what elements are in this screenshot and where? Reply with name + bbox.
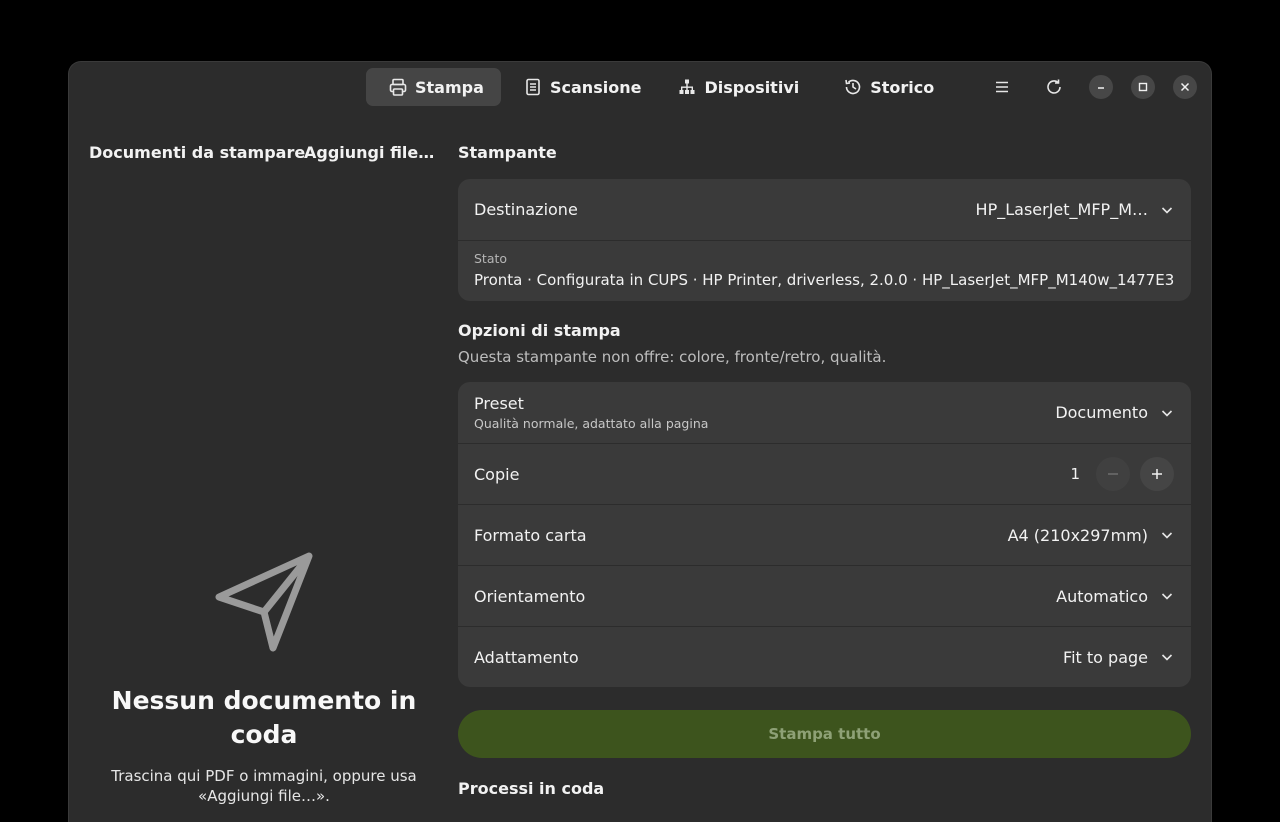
paper-size-value: A4 (210x297mm) (1007, 525, 1148, 545)
chevron-down-icon (1161, 532, 1173, 539)
view-switcher: Stampa Scansione Dispositivi Storico (366, 68, 948, 106)
empty-state-title: Nessun documento in coda (111, 686, 417, 749)
plus-icon (1152, 469, 1162, 479)
documents-pane: Documenti da stampare Aggiungi file… Nes… (69, 122, 439, 822)
minimize-button[interactable] (1089, 75, 1113, 99)
close-icon (1180, 82, 1190, 92)
preset-row[interactable]: Preset Qualità normale, adattato alla pa… (458, 382, 1191, 443)
maximize-button[interactable] (1131, 75, 1155, 99)
history-icon (845, 79, 861, 95)
decrement-button[interactable] (1096, 457, 1130, 491)
destination-value: HP_LaserJet_MFP_M… (975, 200, 1148, 219)
destination-label: Destinazione (474, 200, 578, 219)
copies-label: Copie (474, 464, 520, 484)
minus-icon (1108, 473, 1118, 475)
status-label: Stato (474, 251, 508, 266)
preset-label: Preset (474, 394, 524, 413)
chevron-down-icon (1161, 409, 1173, 417)
paper-size-label: Formato carta (474, 525, 587, 545)
close-button[interactable] (1173, 75, 1197, 99)
orientation-value: Automatico (1056, 586, 1148, 606)
hamburger-menu-icon (996, 81, 1008, 93)
increment-button[interactable] (1140, 457, 1174, 491)
tab-scansione-label: Scansione (550, 77, 642, 97)
minimize-icon (1098, 87, 1104, 89)
maximize-icon (1138, 82, 1148, 92)
options-section-title: Opzioni di stampa (458, 321, 621, 340)
send-icon (215, 552, 313, 652)
queue-section-title: Processi in coda (458, 779, 605, 798)
fit-value: Fit to page (1063, 647, 1148, 667)
add-files-button[interactable]: Aggiungi file… (304, 143, 434, 162)
status-row: Stato Pronta · Configurata in CUPS · HP … (458, 240, 1191, 301)
printer-card: Destinazione HP_LaserJet_MFP_M… Stato Pr… (458, 179, 1191, 301)
preset-value: Documento (1055, 403, 1148, 422)
printer-icon (389, 78, 407, 96)
header-actions (985, 74, 1197, 100)
copies-value: 1 (1070, 465, 1080, 483)
print-all-button[interactable]: Stampa tutto (458, 710, 1191, 758)
menu-button[interactable] (985, 74, 1019, 100)
printer-section-title: Stampante (458, 143, 557, 162)
refresh-icon (1047, 79, 1061, 94)
orientation-label: Orientamento (474, 586, 586, 606)
devices-icon (679, 79, 695, 94)
tab-storico-label: Storico (870, 77, 935, 97)
options-subtitle: Questa stampante non offre: colore, fron… (458, 348, 887, 366)
empty-state-description: Trascina qui PDF o immagini, oppure usa … (111, 767, 417, 805)
tab-stampa-label: Stampa (415, 77, 484, 97)
status-value: Pronta · Configurata in CUPS · HP Printe… (474, 271, 1175, 289)
documents-title: Documenti da stampare (89, 143, 306, 162)
orientation-row[interactable]: Orientamento Automatico (458, 565, 1191, 626)
chevron-down-icon (1161, 206, 1173, 214)
destination-row[interactable]: Destinazione HP_LaserJet_MFP_M… (458, 179, 1191, 240)
fit-row[interactable]: Adattamento Fit to page (458, 626, 1191, 687)
refresh-button[interactable] (1037, 74, 1071, 100)
tab-scansione[interactable]: Scansione (501, 68, 655, 106)
options-card: Preset Qualità normale, adattato alla pa… (458, 382, 1191, 687)
scanner-icon (526, 78, 540, 96)
app-window: Stampa Scansione Dispositivi Storico Doc… (69, 62, 1211, 822)
tab-dispositivi-label: Dispositivi (704, 77, 800, 97)
chevron-down-icon (1161, 654, 1173, 661)
preset-subtitle: Qualità normale, adattato alla pagina (474, 416, 709, 431)
fit-label: Adattamento (474, 647, 579, 667)
copies-row: Copie 1 (458, 443, 1191, 504)
tab-dispositivi[interactable]: Dispositivi (655, 68, 813, 106)
tab-stampa[interactable]: Stampa (366, 68, 501, 106)
copies-stepper: 1 (1070, 457, 1174, 491)
paper-size-row[interactable]: Formato carta A4 (210x297mm) (458, 504, 1191, 565)
tab-storico[interactable]: Storico (813, 68, 948, 106)
chevron-down-icon (1161, 593, 1173, 600)
